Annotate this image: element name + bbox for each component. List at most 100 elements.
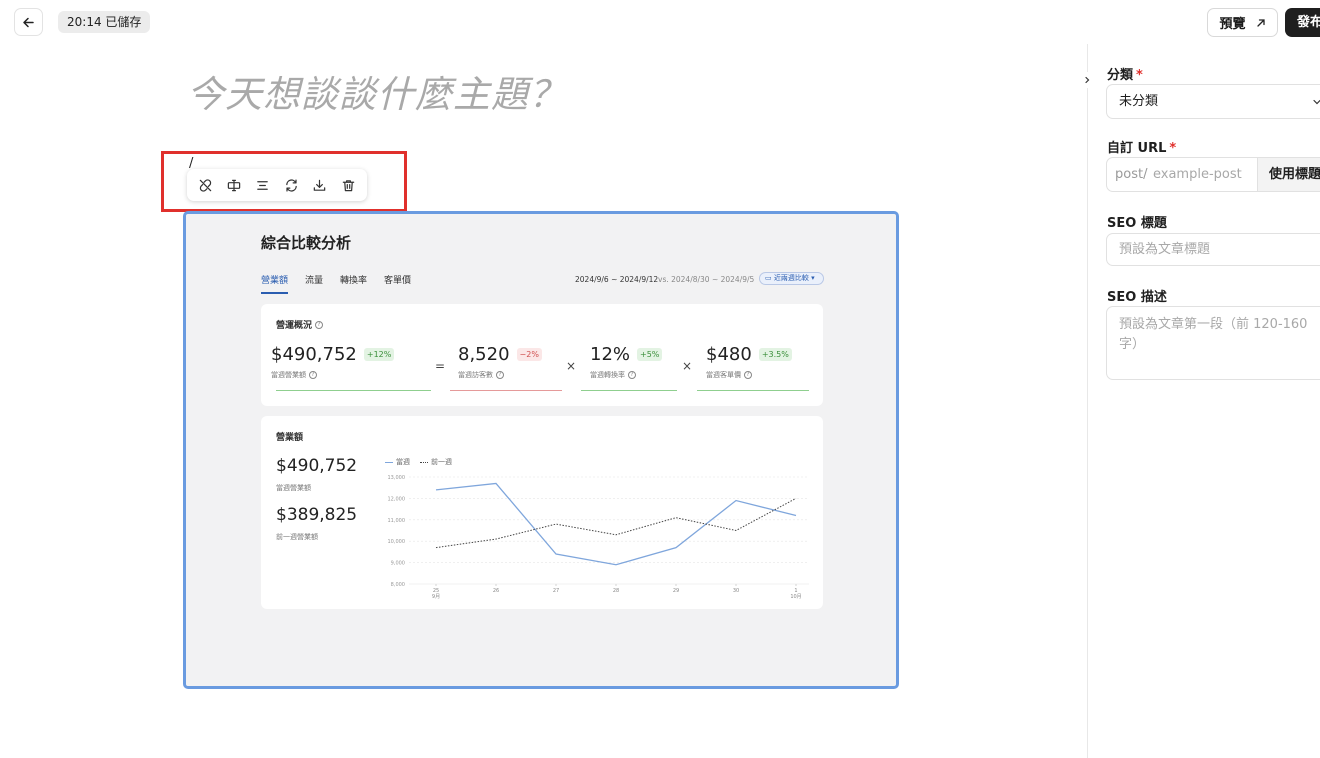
dashboard-compare-range: vs. 2024/8/30 ~ 2024/9/5 [658, 275, 755, 284]
back-button[interactable] [14, 8, 43, 36]
required-mark: * [1169, 141, 1177, 156]
image-toolbar [187, 169, 367, 201]
revenue-line-chart: 13,00012,00011,00010,0009,0008,000259月26… [388, 475, 809, 600]
metric-value: $490,752 [271, 344, 357, 365]
metric-value: 12% [590, 344, 631, 365]
operator-equals: = [435, 359, 446, 373]
x-tick-label: 27 [553, 588, 559, 594]
seo-description-textarea[interactable]: 預設為文章第一段（前 120-160 字） [1106, 306, 1320, 380]
required-mark: * [1136, 68, 1143, 83]
metric-revenue: $490,752 +12% 當週營業額? [271, 344, 395, 380]
metric-delta: +5% [637, 348, 663, 361]
metric-label: 當週訪客數 [458, 371, 493, 379]
x-tick-label: 29 [673, 588, 679, 594]
x-tick-label: 30 [733, 588, 739, 594]
dashboard-tab-traffic: 流量 [305, 276, 324, 286]
help-icon: ? [309, 371, 317, 379]
overview-card: 營運概況? $490,752 +12% 當週營業額? = 8,520 −2% 當週訪… [261, 304, 823, 406]
replace-image-button[interactable] [279, 173, 303, 197]
align-center-icon [257, 180, 268, 190]
seo-description-label: SEO 描述 [1107, 290, 1167, 305]
y-tick-label: 13,000 [388, 475, 406, 481]
x-month-label: 10月 [790, 594, 801, 600]
metric-label: 當週營業額 [271, 371, 306, 379]
unlink-icon [199, 178, 212, 192]
preview-button[interactable]: 預覽 [1207, 8, 1278, 37]
dashboard-date-range: 2024/9/6 ~ 2024/9/12 [575, 275, 659, 284]
panel-divider [1087, 44, 1088, 758]
seo-title-input[interactable]: 預設為文章標題 [1106, 233, 1320, 266]
x-tick-label: 28 [613, 588, 619, 594]
y-tick-label: 10,000 [388, 539, 406, 545]
trash-icon [342, 179, 355, 191]
metric-delta: −2% [516, 348, 542, 361]
category-select[interactable]: 未分類 [1106, 84, 1320, 119]
dashboard-tab-conversion: 轉換率 [340, 276, 368, 286]
caret-down-icon: ▾ [808, 274, 815, 282]
save-status-badge: 20:14 已儲存 [58, 11, 151, 33]
dashboard-tab-revenue: 營業額 [261, 273, 289, 294]
custom-url-label: 自訂 URL * [1107, 137, 1176, 156]
help-icon: ? [744, 371, 752, 379]
x-tick-label: 26 [493, 588, 499, 594]
unlink-button[interactable] [193, 173, 217, 197]
top-bar: 20:14 已儲存 預覽 發布 [0, 0, 1320, 44]
metric-value: $480 [706, 344, 752, 365]
revenue-card: 營業額 $490,752 當週營業額 $389,825 前一週營業額 當週 前一… [261, 416, 823, 609]
dashboard-title: 綜合比較分析 [261, 234, 352, 252]
metric-aov: $480 +3.5% 當週客單價? [706, 344, 792, 380]
category-select-value: 未分類 [1119, 94, 1159, 109]
operator-times: × [682, 359, 693, 373]
metric-value: 8,520 [458, 344, 510, 365]
x-month-label: 9月 [432, 594, 440, 600]
y-tick-label: 11,000 [388, 518, 406, 524]
use-title-button[interactable]: 使用標題 [1257, 158, 1320, 191]
custom-url-field: post/ example-post 使用標題 [1106, 157, 1320, 192]
series-line-current [435, 482, 797, 566]
dashboard-tab-aov: 客單價 [384, 276, 412, 286]
calendar-icon: ▭ [765, 274, 774, 282]
replace-icon [286, 178, 297, 192]
delete-image-button[interactable] [337, 173, 361, 197]
help-icon: ? [315, 320, 324, 329]
metric-delta: +3.5% [758, 348, 792, 361]
download-icon [314, 179, 326, 191]
url-slug-input[interactable]: example-post [1153, 167, 1257, 182]
y-tick-label: 12,000 [388, 496, 406, 502]
series-line-previous [435, 497, 797, 549]
metric-underline [581, 390, 677, 391]
metric-visitors: 8,520 −2% 當週訪客數? [458, 344, 542, 380]
overview-label-text: 營運概況 [276, 321, 313, 331]
seo-title-label: SEO 標題 [1107, 216, 1167, 231]
post-title-input[interactable]: 今天想談談什麼主題？ [187, 64, 567, 118]
help-icon: ? [628, 371, 636, 379]
collapse-panel-button[interactable] [1079, 72, 1095, 88]
dashboard-tabs: 營業額 流量 轉換率 客單價 [261, 273, 411, 294]
external-arrow-icon [1256, 18, 1265, 27]
chevron-right-icon [1085, 76, 1090, 84]
custom-url-label-text: 自訂 URL [1107, 141, 1167, 156]
arrow-left-icon [23, 17, 34, 27]
preview-label: 預覽 [1219, 17, 1246, 32]
download-button[interactable] [308, 173, 332, 197]
align-center-button[interactable] [251, 173, 275, 197]
y-tick-label: 9,000 [391, 561, 405, 567]
text-width-icon [227, 179, 241, 191]
url-prefix: post/ [1115, 167, 1148, 182]
metric-conversion: 12% +5% 當週轉換率? [590, 344, 663, 380]
text-width-button[interactable] [222, 173, 246, 197]
category-label: 分類 * [1107, 64, 1143, 83]
dashboard-compare-select: ▭ 近兩週比較 ▾ [759, 272, 824, 285]
publish-button[interactable]: 發布 [1285, 8, 1320, 37]
help-icon: ? [496, 371, 504, 379]
metric-label: 當週轉換率 [590, 371, 625, 379]
embedded-image[interactable]: 綜合比較分析 營業額 流量 轉換率 客單價 2024/9/6 ~ 2024/9/… [183, 211, 899, 689]
overview-card-label: 營運概況? [276, 318, 324, 331]
metric-delta: +12% [363, 348, 395, 361]
metric-underline [276, 390, 431, 391]
category-label-text: 分類 [1107, 68, 1134, 83]
metric-underline [450, 390, 562, 391]
operator-times: × [566, 359, 577, 373]
compare-select-label: 近兩週比較 [773, 274, 809, 282]
y-tick-label: 8,000 [391, 582, 405, 588]
